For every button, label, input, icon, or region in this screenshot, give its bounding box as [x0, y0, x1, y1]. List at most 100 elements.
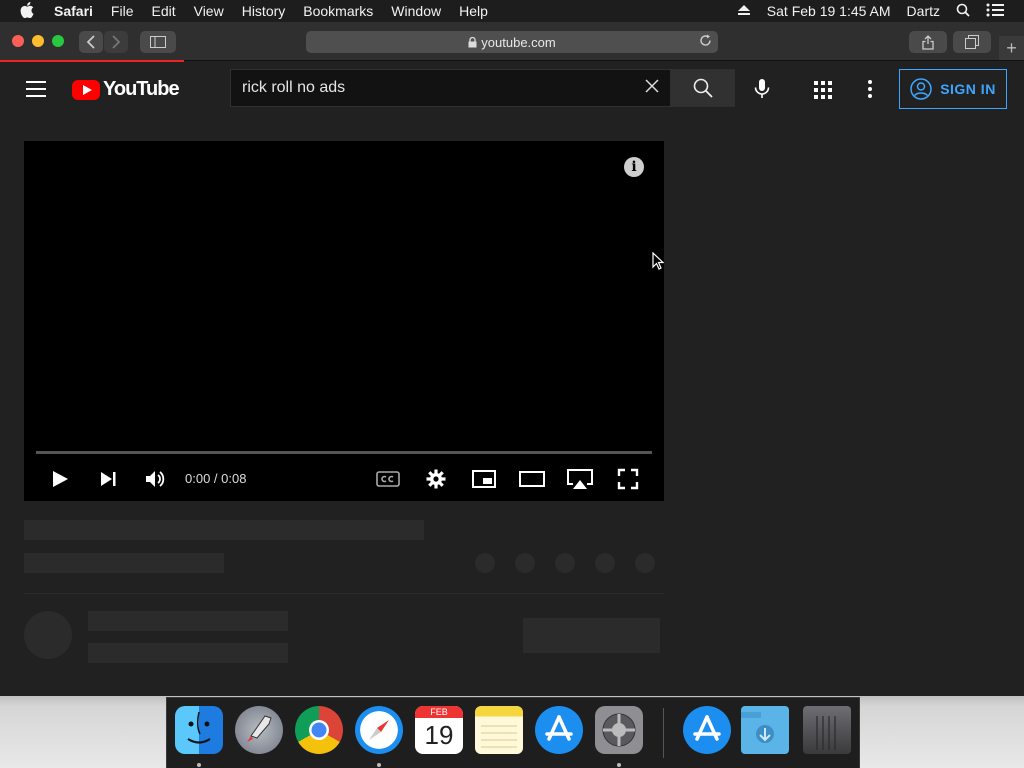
action-placeholder — [635, 553, 655, 573]
sidebar-toggle-button[interactable] — [140, 31, 176, 53]
skip-next-icon — [101, 472, 116, 486]
closed-captions-icon — [376, 471, 400, 487]
youtube-play-logo-icon — [72, 79, 100, 100]
plus-icon: + — [1006, 37, 1017, 58]
miniplayer-button[interactable] — [470, 461, 498, 497]
safari-window: youtube.com + YouTube rick roll no ads S… — [0, 22, 1024, 696]
title-placeholder — [24, 520, 424, 540]
voice-search-button[interactable] — [752, 78, 772, 105]
close-window-button[interactable] — [12, 35, 24, 47]
gear-icon — [426, 469, 446, 489]
calendar-icon[interactable]: FEB 19 — [415, 706, 463, 754]
notes-icon[interactable] — [475, 706, 523, 754]
channel-name-placeholder — [88, 611, 288, 631]
airplay-icon — [567, 469, 593, 489]
settings-button[interactable] — [424, 461, 448, 497]
play-button[interactable] — [48, 461, 72, 497]
chrome-icon[interactable] — [295, 706, 343, 754]
youtube-header: YouTube rick roll no ads SIGN IN — [0, 62, 1024, 118]
launchpad-icon[interactable] — [235, 706, 283, 754]
action-placeholder — [475, 553, 495, 573]
forward-button[interactable] — [104, 31, 128, 53]
captions-button[interactable] — [375, 461, 401, 497]
sidebar-icon — [150, 36, 166, 48]
volume-icon — [146, 471, 165, 487]
search-icon — [693, 78, 713, 98]
search-button[interactable] — [671, 69, 735, 107]
search-query-text: rick roll no ads — [242, 79, 346, 96]
info-icon[interactable]: i — [624, 157, 644, 177]
subscribe-button-placeholder — [523, 618, 660, 653]
spotlight-search-icon[interactable] — [956, 3, 970, 20]
channel-avatar-placeholder — [24, 611, 72, 659]
miniplayer-icon — [472, 470, 496, 488]
youtube-logo[interactable]: YouTube — [72, 78, 180, 101]
airplay-button[interactable] — [566, 461, 594, 497]
new-tab-button[interactable]: + — [999, 36, 1024, 60]
fullscreen-icon — [617, 468, 639, 490]
notification-center-icon[interactable] — [986, 3, 1004, 20]
action-placeholder — [515, 553, 535, 573]
apple-icon[interactable] — [20, 1, 38, 21]
dock-separator — [663, 708, 664, 758]
hamburger-menu-icon[interactable] — [26, 81, 46, 97]
running-indicator — [617, 763, 621, 767]
system-preferences-icon[interactable] — [595, 706, 643, 754]
menu-window[interactable]: Window — [391, 3, 441, 19]
mute-button[interactable] — [143, 461, 169, 497]
minimize-window-button[interactable] — [32, 35, 44, 47]
menu-history[interactable]: History — [242, 3, 286, 19]
account-circle-icon — [910, 78, 932, 100]
views-placeholder — [24, 553, 224, 573]
more-options-icon[interactable] — [868, 80, 872, 101]
menu-edit[interactable]: Edit — [151, 3, 175, 19]
zoom-window-button[interactable] — [52, 35, 64, 47]
reload-icon[interactable] — [699, 34, 712, 50]
menu-bar: Safari File Edit View History Bookmarks … — [0, 0, 1024, 22]
menubar-user[interactable]: Dartz — [907, 3, 940, 19]
action-placeholder — [595, 553, 615, 573]
tabs-icon — [965, 35, 979, 49]
menu-file[interactable]: File — [111, 3, 134, 19]
chevron-left-icon — [86, 35, 95, 49]
tab-overview-button[interactable] — [953, 31, 991, 53]
video-timecode: 0:00 / 0:08 — [185, 471, 247, 486]
menu-safari[interactable]: Safari — [54, 3, 93, 19]
finder-icon[interactable] — [175, 706, 223, 754]
safari-icon[interactable] — [355, 706, 403, 754]
eject-icon[interactable] — [737, 3, 751, 19]
lock-icon — [468, 36, 477, 47]
action-placeholder — [555, 553, 575, 573]
player-controls: 0:00 / 0:08 — [24, 461, 664, 501]
fullscreen-button[interactable] — [616, 461, 640, 497]
calendar-day: 19 — [424, 720, 454, 750]
menu-help[interactable]: Help — [459, 3, 488, 19]
video-progress-bar[interactable] — [36, 451, 652, 454]
running-indicator — [377, 763, 381, 767]
menu-view[interactable]: View — [194, 3, 224, 19]
sign-in-label: SIGN IN — [940, 81, 996, 97]
menu-bookmarks[interactable]: Bookmarks — [303, 3, 373, 19]
mouse-cursor-icon — [652, 251, 665, 275]
clear-search-icon[interactable] — [644, 77, 660, 100]
running-indicator — [197, 763, 201, 767]
chevron-right-icon — [112, 35, 121, 49]
back-button[interactable] — [79, 31, 103, 53]
app-store-download-icon[interactable] — [683, 706, 731, 754]
sign-in-button[interactable]: SIGN IN — [899, 69, 1007, 109]
downloads-folder-icon[interactable] — [741, 706, 789, 754]
address-bar[interactable]: youtube.com — [306, 31, 718, 53]
apps-grid-icon[interactable] — [814, 81, 832, 99]
play-icon — [53, 471, 68, 487]
search-input[interactable]: rick roll no ads — [230, 69, 671, 107]
youtube-logo-text: YouTube — [103, 78, 180, 100]
video-player[interactable]: i 0:00 / 0:08 — [24, 141, 664, 501]
share-button[interactable] — [909, 31, 947, 53]
trash-icon[interactable] — [803, 706, 851, 754]
app-store-icon[interactable] — [535, 706, 583, 754]
menubar-clock[interactable]: Sat Feb 19 1:45 AM — [767, 3, 891, 19]
calendar-month: FEB — [415, 706, 463, 718]
theater-mode-button[interactable] — [518, 461, 546, 497]
address-bar-url: youtube.com — [481, 34, 556, 50]
next-video-button[interactable] — [96, 461, 120, 497]
